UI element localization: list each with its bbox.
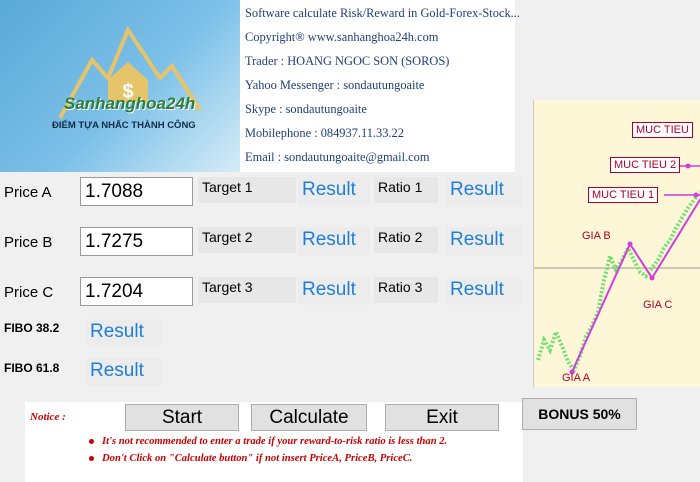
- exit-button[interactable]: Exit: [385, 404, 499, 431]
- fibo-61-label: FIBO 61.8: [4, 361, 60, 375]
- fibo-61-result: Result: [86, 358, 162, 386]
- ratio-2-label: Ratio 2: [374, 227, 438, 253]
- chart-label-muc-tieu: MUC TIEU: [632, 122, 693, 138]
- info-email: Email : sondautungoaite@gmail.com: [245, 150, 430, 164]
- bonus-button[interactable]: BONUS 50%: [522, 398, 637, 430]
- start-button[interactable]: Start: [125, 404, 239, 431]
- wave-diagram: [534, 163, 700, 375]
- price-c-input[interactable]: [80, 277, 193, 306]
- notice-line-2: Don't Click on "Calculate button" if not…: [89, 453, 412, 464]
- target-3-label: Target 3: [198, 277, 296, 303]
- price-c-label: Price C: [4, 284, 54, 301]
- price-a-label: Price A: [4, 184, 52, 201]
- info-mobile: Mobilephone : 084937.11.33.22: [245, 126, 404, 140]
- calculate-button[interactable]: Calculate: [251, 404, 367, 431]
- chart-label-muc-tieu-2: MUC TIEU 2: [610, 157, 681, 173]
- info-title: Software calculate Risk/Reward in Gold-F…: [245, 6, 520, 20]
- fibo-38-label: FIBO 38.2: [4, 321, 60, 335]
- bullet-icon: [89, 439, 94, 445]
- price-a-input[interactable]: [80, 177, 193, 206]
- target-2-result: Result: [298, 227, 370, 255]
- chart-label-gia-c: GIA C: [643, 299, 673, 311]
- ratio-3-label: Ratio 3: [374, 277, 438, 303]
- logo-panel: $ Sanhanghoa24h ĐIỂM TỰA NHẤC THÀNH CÔNG: [0, 0, 240, 172]
- chart-label-muc-tieu-1: MUC TIEU 1: [588, 187, 659, 203]
- ratio-1-result: Result: [446, 177, 522, 205]
- target-1-result: Result: [298, 177, 370, 205]
- target-3-result: Result: [298, 277, 370, 305]
- notice-text-1: It's not recommended to enter a trade if…: [102, 436, 448, 447]
- abc-wave-chart: MUC TIEU MUC TIEU 2 MUC TIEU 1 GIA B GIA…: [533, 100, 700, 387]
- notice-title: Notice :: [30, 411, 66, 423]
- price-b-input[interactable]: [80, 227, 193, 256]
- chart-label-gia-a: GIA A: [562, 372, 591, 384]
- info-yahoo: Yahoo Messenger : sondautungoaite: [245, 78, 425, 92]
- bullet-icon: [89, 456, 94, 462]
- ratio-1-label: Ratio 1: [374, 177, 438, 203]
- notice-line-1: It's not recommended to enter a trade if…: [89, 436, 447, 447]
- info-trader: Trader : HOANG NGOC SON (SOROS): [245, 54, 450, 68]
- logo-brand: Sanhanghoa24h: [64, 94, 196, 113]
- target-2-label: Target 2: [198, 227, 296, 253]
- author-info-panel: Software calculate Risk/Reward in Gold-F…: [240, 0, 520, 172]
- target-1-label: Target 1: [198, 177, 296, 203]
- ratio-2-result: Result: [446, 227, 522, 255]
- logo-mountain-icon: $: [58, 25, 202, 119]
- logo-slogan: ĐIỂM TỰA NHẤC THÀNH CÔNG: [52, 120, 196, 131]
- price-b-label: Price B: [4, 234, 53, 251]
- notice-text-2: Don't Click on "Calculate button" if not…: [102, 453, 413, 464]
- fibo-38-result: Result: [86, 319, 162, 347]
- info-skype: Skype : sondautungoaite: [245, 102, 367, 116]
- ratio-3-result: Result: [446, 277, 522, 305]
- chart-label-gia-b: GIA B: [582, 230, 611, 242]
- info-copyright: Copyright® www.sanhanghoa24h.com: [245, 30, 439, 44]
